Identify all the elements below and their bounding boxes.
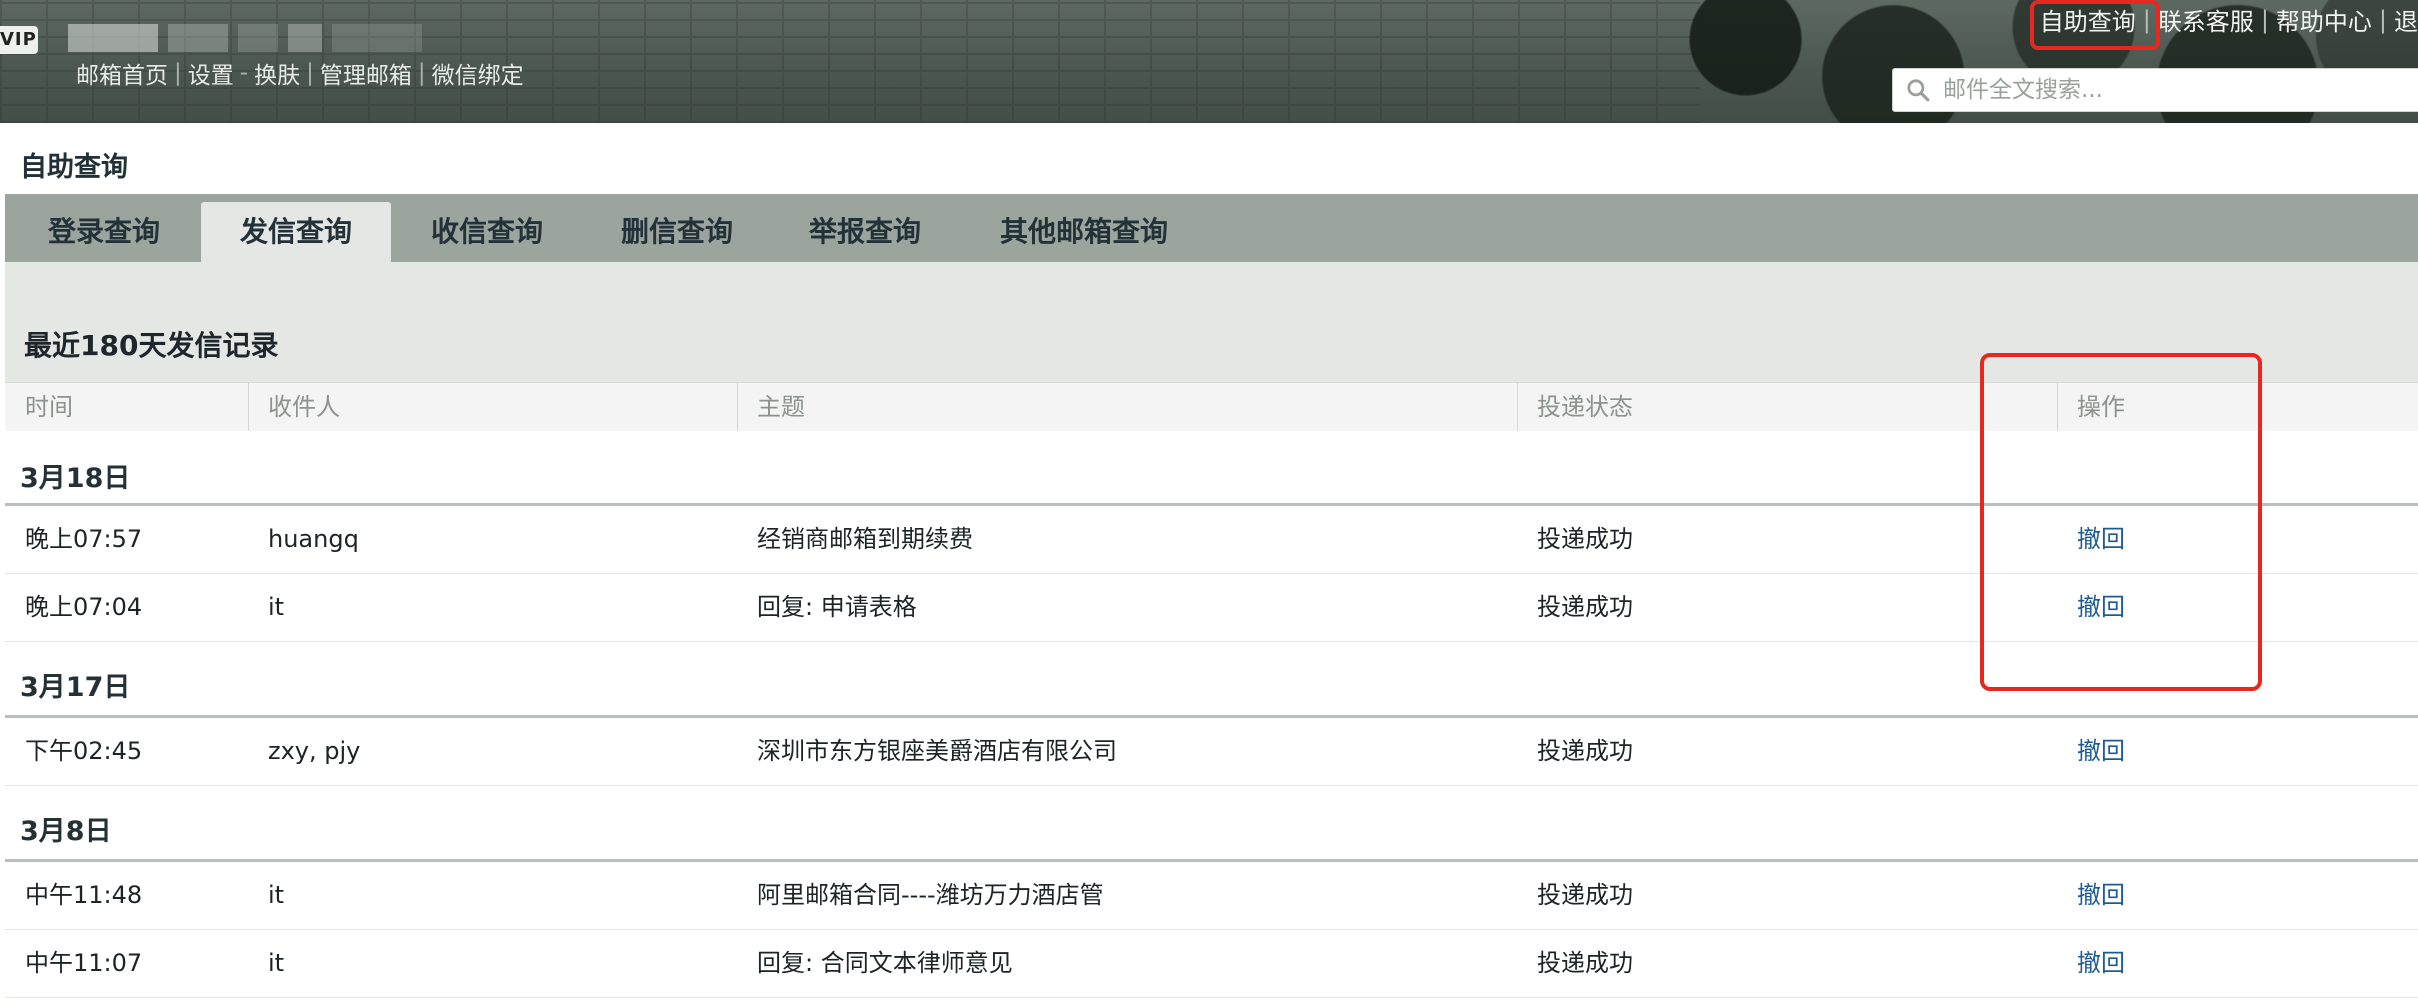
nav-link-skin[interactable]: 换肤 [254, 56, 300, 90]
mask-block [238, 24, 278, 52]
mail-search-box[interactable] [1892, 68, 2418, 112]
column-header-time: 时间 [25, 393, 73, 421]
date-group-label: 3月17日 [20, 672, 131, 703]
tab-delete-query[interactable]: 删信查询 [583, 202, 771, 262]
top-link-contact-support[interactable]: 联系客服 [2158, 2, 2254, 37]
table-row[interactable]: 中午11:48 it 阿里邮箱合同----潍坊万力酒店管 投递成功 撤回 [5, 862, 2418, 930]
recall-button[interactable]: 撤回 [2077, 506, 2125, 573]
masked-account-name [68, 24, 428, 58]
recall-button[interactable]: 撤回 [2077, 862, 2125, 929]
mask-block [332, 24, 422, 52]
column-header-subject: 主题 [757, 393, 805, 421]
cell-time: 晚上07:04 [25, 593, 143, 621]
cell-delivery-status: 投递成功 [1537, 525, 1633, 553]
top-link-separator: | [2378, 5, 2387, 34]
cell-subject[interactable]: 深圳市东方银座美爵酒店有限公司 [757, 718, 1117, 785]
column-header-action: 操作 [2077, 393, 2125, 421]
cell-recipient: it [268, 949, 285, 977]
tab-login-query[interactable]: 登录查询 [5, 202, 203, 262]
cell-subject[interactable]: 回复: 申请表格 [757, 574, 917, 641]
nav-separator: | [417, 60, 426, 86]
top-link-separator: | [2260, 5, 2269, 34]
top-link-help-center[interactable]: 帮助中心 [2276, 2, 2372, 37]
tab-other-mailbox-query[interactable]: 其他邮箱查询 [959, 202, 1209, 262]
cell-delivery-status: 投递成功 [1537, 737, 1633, 765]
table-row[interactable]: 下午02:45 zxy, pjy 深圳市东方银座美爵酒店有限公司 投递成功 撤回 [5, 718, 2418, 786]
query-tabs: 登录查询 发信查询 收信查询 删信查询 举报查询 其他邮箱查询 [5, 194, 2418, 262]
cell-recipient: it [268, 593, 285, 621]
nav-link-wechat-binding[interactable]: 微信绑定 [432, 56, 524, 90]
cell-time: 中午11:48 [25, 881, 143, 909]
mailbox-nav: 邮箱首页 | 设置 - 换肤 | 管理邮箱 | 微信绑定 [76, 56, 524, 90]
column-header-delivery-status: 投递状态 [1537, 393, 1633, 421]
page-title: 自助查询 [20, 152, 128, 183]
nav-link-manage-mailbox[interactable]: 管理邮箱 [320, 56, 412, 90]
nav-separator: - [239, 60, 249, 86]
cell-delivery-status: 投递成功 [1537, 881, 1633, 909]
mail-search-input[interactable] [1941, 76, 2385, 104]
date-group-label: 3月18日 [20, 463, 131, 494]
nav-separator: | [306, 60, 314, 86]
table-header: 时间 收件人 主题 投递状态 操作 [5, 382, 2418, 432]
cell-recipient: huangq [268, 525, 359, 553]
sent-mail-table: 3月18日 晚上07:57 huangq 经销商邮箱到期续费 投递成功 撤回 晚… [5, 431, 2418, 998]
top-link-logout[interactable]: 退 [2394, 2, 2418, 37]
nav-separator: | [174, 60, 182, 86]
nav-link-mailbox-home[interactable]: 邮箱首页 [76, 56, 168, 90]
cell-subject[interactable]: 经销商邮箱到期续费 [757, 506, 973, 573]
cell-subject[interactable]: 阿里邮箱合同----潍坊万力酒店管 [757, 862, 1104, 929]
cell-recipient: zxy, pjy [268, 737, 361, 765]
recall-button[interactable]: 撤回 [2077, 574, 2125, 641]
cell-time: 中午11:07 [25, 949, 143, 977]
recall-button[interactable]: 撤回 [2077, 930, 2125, 997]
table-row[interactable]: 中午11:07 it 回复: 合同文本律师意见 投递成功 撤回 [5, 930, 2418, 998]
cell-time: 晚上07:57 [25, 525, 143, 553]
cell-subject[interactable]: 回复: 合同文本律师意见 [757, 930, 1013, 997]
section-title: 最近180天发信记录 [24, 329, 279, 362]
cell-delivery-status: 投递成功 [1537, 949, 1633, 977]
mask-block [68, 24, 158, 52]
tab-receive-query[interactable]: 收信查询 [391, 202, 583, 262]
table-row[interactable]: 晚上07:04 it 回复: 申请表格 投递成功 撤回 [5, 574, 2418, 642]
tab-report-query[interactable]: 举报查询 [771, 202, 959, 262]
vip-badge: VIP [0, 26, 38, 54]
highlight-box-self-service [2030, 0, 2160, 50]
mask-block [288, 24, 322, 52]
cell-delivery-status: 投递成功 [1537, 593, 1633, 621]
nav-link-settings[interactable]: 设置 [188, 56, 234, 90]
table-row[interactable]: 晚上07:57 huangq 经销商邮箱到期续费 投递成功 撤回 [5, 506, 2418, 574]
recall-button[interactable]: 撤回 [2077, 718, 2125, 785]
cell-recipient: it [268, 881, 285, 909]
tab-send-query[interactable]: 发信查询 [201, 202, 391, 262]
mask-block [168, 24, 228, 52]
column-header-recipient: 收件人 [268, 393, 340, 421]
cell-time: 下午02:45 [25, 737, 143, 765]
search-icon [1907, 79, 1930, 102]
date-group-label: 3月8日 [20, 816, 112, 847]
